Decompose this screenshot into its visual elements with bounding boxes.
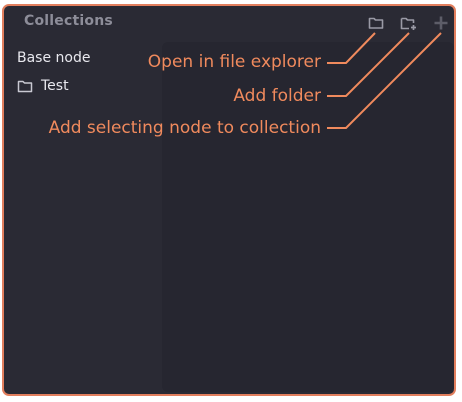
folder-icon	[17, 80, 33, 93]
collection-content-area	[162, 42, 454, 392]
tree-item-label: Base node	[17, 50, 91, 66]
collections-tree: Base node Test	[4, 44, 162, 100]
collections-panel: Collections Base node Test	[2, 4, 456, 396]
plus-icon	[434, 16, 448, 30]
add-to-collection-button[interactable]	[429, 12, 453, 34]
panel-header: Collections	[4, 6, 454, 38]
folder-open-icon	[368, 17, 384, 29]
tree-item-label: Test	[41, 78, 69, 94]
folder-add-icon	[400, 17, 416, 30]
add-folder-button[interactable]	[397, 12, 421, 34]
tree-item-test[interactable]: Test	[4, 72, 162, 100]
tree-item-base-node[interactable]: Base node	[4, 44, 162, 72]
open-in-file-explorer-button[interactable]	[364, 12, 388, 34]
panel-title: Collections	[24, 13, 113, 29]
